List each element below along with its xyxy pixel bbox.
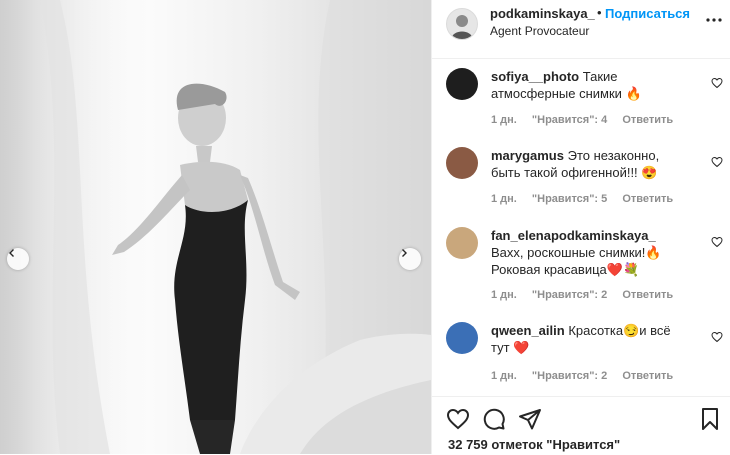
commenter-avatar[interactable] bbox=[446, 322, 478, 354]
heart-icon[interactable] bbox=[711, 77, 723, 89]
comment-meta: 1 дн. "Нравится": 5 Ответить bbox=[491, 193, 685, 205]
comment-meta: 1 дн. "Нравится": 4 Ответить bbox=[491, 114, 685, 126]
commenter-avatar[interactable] bbox=[446, 227, 478, 259]
prev-photo-button[interactable] bbox=[7, 248, 29, 270]
comment-body: sofiya__photo Такие атмосферные снимки 🔥 bbox=[491, 68, 691, 102]
commenter-avatar[interactable] bbox=[446, 147, 478, 179]
comment-meta: 1 дн. "Нравится": 2 Ответить bbox=[491, 289, 685, 301]
comment-age[interactable]: 1 дн. bbox=[491, 193, 517, 205]
reply-button[interactable]: Ответить bbox=[622, 193, 673, 205]
bookmark-icon[interactable] bbox=[698, 407, 722, 431]
comment-text: Вахх, роскошные снимки!🔥Роковая красавиц… bbox=[491, 245, 662, 277]
comment-likes[interactable]: "Нравится": 5 bbox=[532, 193, 607, 205]
commenter-username[interactable]: sofiya__photo bbox=[491, 69, 579, 84]
comment-body: fan_elenapodkaminskaya_ Вахх, роскошные … bbox=[491, 227, 691, 278]
comment-likes[interactable]: "Нравится": 4 bbox=[532, 114, 607, 126]
reply-button[interactable]: Ответить bbox=[622, 289, 673, 301]
comment-age[interactable]: 1 дн. bbox=[491, 289, 517, 301]
author-username[interactable]: podkaminskaya_ bbox=[490, 6, 595, 21]
heart-icon[interactable] bbox=[711, 331, 723, 343]
author-avatar-image bbox=[447, 9, 477, 39]
post-side-panel: podkaminskaya_ • Подписаться Agent Provo… bbox=[431, 0, 730, 454]
commenter-username[interactable]: fan_elenapodkaminskaya_ bbox=[491, 228, 656, 243]
commenter-avatar[interactable] bbox=[446, 68, 478, 100]
comment-age[interactable]: 1 дн. bbox=[491, 114, 517, 126]
post-photo[interactable] bbox=[0, 0, 431, 454]
comment-age[interactable]: 1 дн. bbox=[491, 370, 517, 382]
follow-button[interactable]: Подписаться bbox=[605, 6, 690, 21]
likes-count[interactable]: 32 759 отметок "Нравится" bbox=[448, 437, 620, 452]
post-actions: 32 759 отметок "Нравится" bbox=[432, 396, 730, 455]
header-separator: • bbox=[597, 5, 602, 20]
chevron-right-icon bbox=[402, 249, 407, 257]
comment-body: marygamus Это незаконно, быть такой офиг… bbox=[491, 147, 691, 181]
comment-likes[interactable]: "Нравится": 2 bbox=[532, 370, 607, 382]
commenter-username[interactable]: marygamus bbox=[491, 148, 564, 163]
send-icon[interactable] bbox=[518, 407, 542, 431]
comment-body: qween_ailin Красотка😏и всё тут ❤️ bbox=[491, 322, 691, 356]
reply-button[interactable]: Ответить bbox=[622, 114, 673, 126]
heart-icon[interactable] bbox=[446, 407, 470, 431]
more-icon[interactable] bbox=[704, 10, 724, 30]
next-photo-button[interactable] bbox=[399, 248, 421, 270]
post-header: podkaminskaya_ • Подписаться Agent Provo… bbox=[432, 0, 730, 59]
heart-icon[interactable] bbox=[711, 156, 723, 168]
heart-icon[interactable] bbox=[711, 236, 723, 248]
author-avatar[interactable] bbox=[446, 8, 478, 40]
commenter-username[interactable]: qween_ailin bbox=[491, 323, 565, 338]
comment-likes[interactable]: "Нравится": 2 bbox=[532, 289, 607, 301]
post-location[interactable]: Agent Provocateur bbox=[490, 24, 589, 38]
comment-meta: 1 дн. "Нравится": 2 Ответить bbox=[491, 370, 685, 382]
reply-button[interactable]: Ответить bbox=[622, 370, 673, 382]
chevron-left-icon bbox=[9, 249, 14, 257]
photo-image bbox=[0, 0, 431, 454]
comment-icon[interactable] bbox=[482, 407, 506, 431]
